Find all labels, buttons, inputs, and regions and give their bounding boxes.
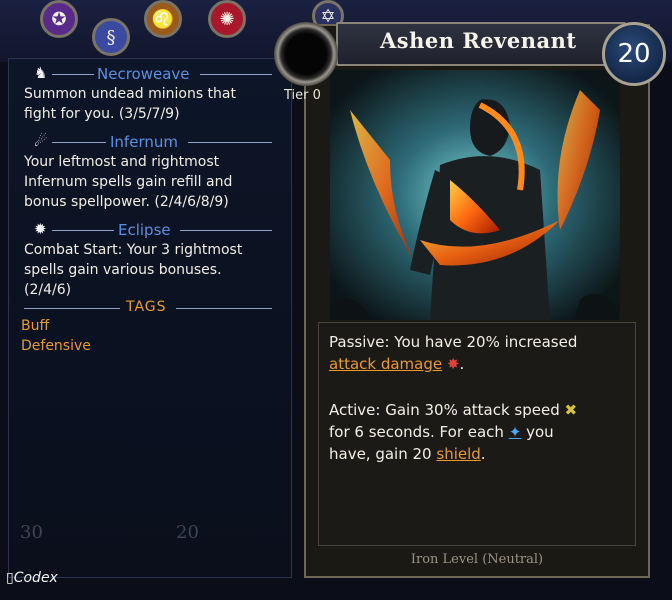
- active-line-2: for 6 seconds. For each ✦ you: [329, 423, 554, 441]
- faded-stat: 20: [176, 522, 199, 543]
- synergy-name-necroweave: Necroweave: [97, 65, 190, 83]
- keyword-shield[interactable]: shield: [436, 445, 480, 463]
- synergy-name-eclipse: Eclipse: [118, 221, 171, 239]
- pentagram-icon[interactable]: ✪: [40, 0, 78, 38]
- divider: [52, 142, 106, 143]
- divider: [52, 230, 114, 231]
- synergy-name-infernum: Infernum: [110, 133, 178, 151]
- revenant-illustration: [330, 70, 620, 320]
- faded-stat: 30: [20, 522, 43, 543]
- tag-buff: Buff: [21, 318, 50, 334]
- passive-line-2: attack damage ✸.: [329, 355, 465, 373]
- codex-button[interactable]: ▯Codex: [6, 570, 58, 586]
- card-title: Ashen Revenant: [380, 28, 577, 53]
- keyword-attack-damage[interactable]: attack damage: [329, 355, 442, 373]
- synergy-description: Summon undead minions that fight for you…: [24, 86, 236, 122]
- divider: [24, 308, 120, 309]
- active-line-1: Active: Gain 30% attack speed ✖: [329, 401, 578, 419]
- card-footer: Iron Level (Neutral): [410, 552, 544, 567]
- divider: [176, 308, 272, 309]
- tier-label: Tier 0: [284, 88, 321, 103]
- mouse-icon: ▯: [6, 570, 14, 586]
- tier-gem-icon: [274, 22, 338, 86]
- active-line-3: have, gain 20 shield.: [329, 445, 486, 463]
- wolf-icon: ♞: [34, 64, 48, 82]
- divider: [200, 74, 272, 75]
- cost-badge: 20: [602, 22, 666, 86]
- flame-swirl-icon[interactable]: ✺: [208, 0, 246, 38]
- passive-line-1: Passive: You have 20% increased: [329, 333, 578, 351]
- synergy-description: Your leftmost and rightmost Infernum spe…: [24, 154, 233, 210]
- serpent-icon[interactable]: §: [92, 18, 130, 56]
- divider: [188, 142, 272, 143]
- divider: [180, 230, 272, 231]
- sun-icon: ✹: [34, 220, 47, 238]
- attack-speed-icon: ✖: [559, 401, 578, 419]
- spark-icon: ✦: [508, 423, 522, 441]
- tags-header: TAGS: [126, 299, 167, 315]
- synergy-description: Combat Start: Your 3 rightmost spells ga…: [24, 242, 243, 298]
- card-artwork: [330, 70, 620, 320]
- lion-icon[interactable]: ♌: [144, 0, 182, 38]
- divider: [52, 74, 94, 75]
- attack-damage-icon: ✸: [442, 355, 460, 373]
- fire-swirl-icon: ☄: [34, 132, 48, 150]
- tag-defensive: Defensive: [21, 338, 91, 354]
